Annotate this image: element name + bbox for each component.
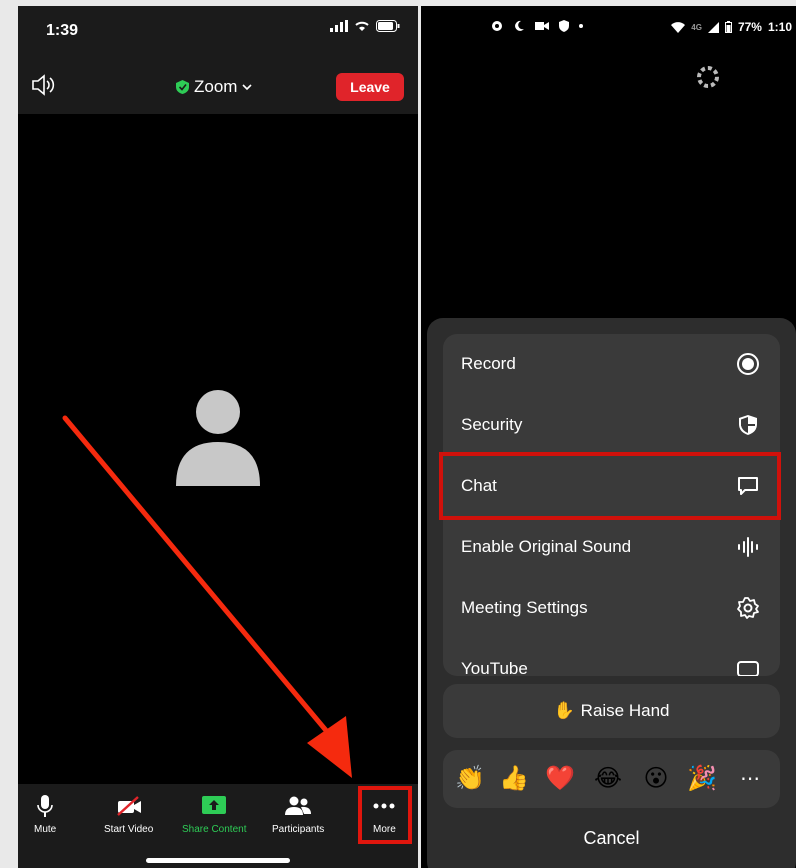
- dot-icon: [579, 24, 583, 28]
- menu-item-label: Meeting Settings: [461, 598, 588, 617]
- share-content-button[interactable]: Share Content: [182, 794, 247, 835]
- status-time: 1:10: [767, 20, 792, 34]
- meeting-header: Zoom Leave: [18, 56, 418, 114]
- reactions-bar: 👏 👍 ❤️ 😂 😮 🎉 ⋯: [443, 750, 780, 808]
- ios-zoom-screen: 1:39 Zoom Leave Mute Start Video Share C…: [18, 6, 418, 868]
- mute-button[interactable]: Mute: [34, 794, 56, 835]
- raise-hand-icon: ✋: [553, 701, 575, 720]
- cancel-button[interactable]: Cancel: [427, 828, 796, 858]
- signal-icon: [707, 21, 719, 33]
- network-type: 4G: [691, 22, 702, 32]
- notification-icons: [491, 20, 583, 32]
- camera-icon: [535, 22, 549, 30]
- participants-button[interactable]: Participants: [272, 794, 324, 835]
- reaction-surprised-icon[interactable]: 😮: [641, 764, 671, 794]
- home-indicator: [146, 858, 290, 863]
- more-highlight-box: [358, 786, 412, 844]
- chat-highlight-box: [439, 452, 781, 520]
- verified-shield-icon: [176, 80, 189, 94]
- chevron-down-icon: [242, 84, 253, 91]
- wifi-icon: [671, 21, 686, 33]
- system-status: 4G 77% 1:10: [671, 20, 792, 34]
- raise-hand-button[interactable]: ✋ Raise Hand: [443, 684, 780, 738]
- menu-item-label: Record: [461, 354, 516, 373]
- meeting-title[interactable]: Zoom: [176, 77, 253, 97]
- reaction-clap-icon[interactable]: 👏: [455, 764, 485, 794]
- android-status-bar: 4G 77% 1:10: [421, 6, 796, 50]
- shield-icon: [739, 415, 757, 435]
- battery-icon: [376, 20, 400, 32]
- more-reactions-icon[interactable]: ⋯: [735, 764, 765, 794]
- meeting-title-text: Zoom: [194, 77, 238, 96]
- microphone-icon: [37, 795, 53, 817]
- notification-circle-icon: [492, 21, 502, 31]
- status-icons: [330, 20, 400, 32]
- participants-label: Participants: [272, 824, 325, 835]
- reaction-heart-icon[interactable]: ❤️: [545, 764, 575, 794]
- record-icon: [737, 353, 759, 375]
- menu-item-label: Security: [461, 415, 523, 434]
- status-time: 1:39: [46, 22, 79, 39]
- gear-icon: [737, 597, 759, 619]
- menu-item-record[interactable]: Record: [443, 334, 780, 395]
- youtube-icon: [737, 661, 759, 676]
- menu-item-label: Enable Original Sound: [461, 537, 632, 556]
- audio-wave-icon: [738, 537, 758, 557]
- moon-icon: [515, 20, 524, 31]
- battery-icon: [724, 21, 732, 33]
- speaker-icon[interactable]: [30, 72, 56, 98]
- wifi-icon: [355, 21, 369, 31]
- loading-spinner-icon: [697, 66, 719, 88]
- mute-label: Mute: [34, 824, 57, 835]
- start-video-button[interactable]: Start Video: [104, 794, 153, 835]
- menu-item-youtube[interactable]: YouTube: [443, 639, 780, 676]
- raise-hand-label: Raise Hand: [580, 701, 670, 720]
- share-screen-icon: [202, 796, 227, 814]
- android-zoom-screen: 4G 77% 1:10 Record Security Chat Enable …: [421, 6, 796, 868]
- menu-item-label: YouTube: [461, 659, 528, 676]
- participants-icon: [285, 796, 312, 815]
- reaction-party-icon[interactable]: 🎉: [687, 764, 717, 794]
- ios-status-bar: 1:39: [18, 6, 418, 56]
- video-off-icon: [116, 796, 141, 816]
- more-options-sheet: Record Security Chat Enable Original Sou…: [427, 318, 796, 868]
- battery-level: 77%: [737, 20, 762, 34]
- leave-button[interactable]: Leave: [336, 73, 404, 101]
- reaction-thumbs-up-icon[interactable]: 👍: [499, 764, 529, 794]
- menu-item-meeting-settings[interactable]: Meeting Settings: [443, 578, 780, 639]
- menu-item-original-sound[interactable]: Enable Original Sound: [443, 517, 780, 578]
- reaction-laugh-icon[interactable]: 😂: [593, 764, 623, 794]
- start-video-label: Start Video: [104, 824, 154, 835]
- share-content-label: Share Content: [182, 824, 247, 835]
- menu-item-security[interactable]: Security: [443, 395, 780, 456]
- participant-avatar-icon: [176, 390, 260, 486]
- shield-small-icon: [559, 20, 569, 32]
- signal-icon: [330, 20, 348, 32]
